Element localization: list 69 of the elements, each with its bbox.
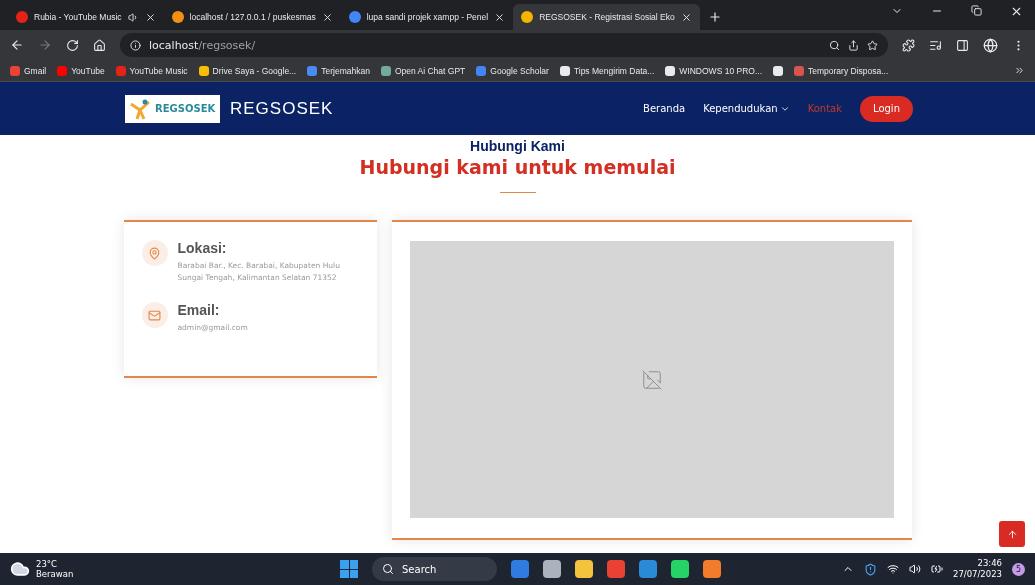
bookmark-item[interactable]: Temporary Disposa...: [794, 65, 889, 76]
figure-icon: [129, 97, 151, 120]
back-to-top-button[interactable]: [999, 521, 1025, 547]
login-button[interactable]: Login: [860, 95, 913, 122]
wifi-icon[interactable]: [887, 563, 899, 575]
zoom-icon[interactable]: [829, 39, 840, 51]
app-icon[interactable]: [543, 560, 561, 578]
app-icon[interactable]: [639, 560, 657, 578]
side-panel-icon[interactable]: [956, 38, 969, 52]
nav-link[interactable]: Beranda: [643, 103, 686, 114]
info-label: Email:: [177, 302, 221, 318]
back-icon[interactable]: [10, 38, 24, 52]
info-icon[interactable]: [130, 39, 141, 51]
battery-icon[interactable]: [931, 563, 943, 575]
start-icon[interactable]: [340, 560, 358, 578]
address-bar[interactable]: localhost/regsosek/: [120, 33, 888, 57]
bookmark-item[interactable]: [773, 65, 783, 76]
notification-badge[interactable]: 5: [1012, 562, 1025, 576]
temperature-text: 23°C: [36, 558, 58, 569]
bookmark-item[interactable]: Terjemahkan: [307, 65, 370, 76]
speaker-icon[interactable]: [909, 563, 921, 575]
bookmark-item[interactable]: Google Scholar: [476, 65, 549, 76]
bookmark-item[interactable]: WINDOWS 10 PRO...: [665, 65, 762, 76]
bookmark-item[interactable]: Open Ai Chat GPT: [380, 65, 466, 76]
url-text: localhost/regsosek/: [149, 38, 256, 52]
close-icon[interactable]: [494, 11, 506, 23]
close-icon[interactable]: [321, 11, 333, 23]
close-icon[interactable]: [144, 11, 156, 23]
weather-text: Berawan: [36, 569, 74, 580]
nav-link[interactable]: Kependudukan: [703, 103, 790, 114]
cloud-icon: [10, 559, 30, 579]
reload-icon[interactable]: [66, 38, 79, 52]
restore-icon[interactable]: [971, 4, 982, 16]
new-tab-icon[interactable]: [707, 10, 722, 24]
bookmark-item[interactable]: Gmail: [10, 65, 47, 76]
reading-list-icon[interactable]: [929, 38, 942, 52]
bookmark-item[interactable]: YouTube: [57, 65, 105, 76]
browser-tab[interactable]: lupa sandi projek xampp - Penel: [340, 4, 514, 30]
clock[interactable]: 23:46 27/07/2023: [953, 557, 1002, 581]
section-subtitle: Hubungi Kami: [470, 138, 565, 154]
bookmark-item[interactable]: Tips Mengirim Data...: [559, 65, 655, 76]
share-icon[interactable]: [848, 39, 859, 51]
search-icon: [382, 563, 394, 575]
browser-tab[interactable]: REGSOSEK - Registrasi Sosial Eko: [513, 4, 700, 30]
arrow-up-icon: [1006, 528, 1018, 540]
more-bookmarks-icon[interactable]: [1014, 65, 1025, 76]
app-icon[interactable]: [671, 560, 689, 578]
browser-tab[interactable]: localhost / 127.0.0.1 / puskesmas: [163, 4, 341, 30]
bookmark-item[interactable]: YouTube Music: [115, 65, 188, 76]
app-icon[interactable]: [703, 560, 721, 578]
extensions-icon[interactable]: [902, 38, 915, 52]
bookmark-item[interactable]: Drive Saya - Google...: [198, 65, 297, 76]
site-logo[interactable]: REGSOSEK: [125, 94, 220, 123]
browser-tab[interactable]: Rubia - YouTube Music: [8, 4, 164, 30]
app-icon[interactable]: [511, 560, 529, 578]
section-title: Hubungi kami untuk memulai: [359, 156, 676, 178]
info-label: Lokasi:: [177, 240, 228, 256]
search-field[interactable]: Search: [372, 557, 497, 581]
speaker-icon[interactable]: [127, 11, 139, 23]
brand-name[interactable]: REGSOSEK: [230, 98, 334, 119]
broken-image-icon: [640, 368, 663, 391]
forward-icon[interactable]: [38, 38, 52, 52]
map-pin-icon: [148, 246, 161, 260]
app-icon[interactable]: [607, 560, 625, 578]
shield-icon[interactable]: [864, 562, 877, 576]
envelope-icon: [148, 308, 161, 322]
home-icon[interactable]: [93, 38, 106, 52]
bookmark-star-icon[interactable]: [867, 39, 878, 51]
close-icon[interactable]: [680, 11, 692, 23]
